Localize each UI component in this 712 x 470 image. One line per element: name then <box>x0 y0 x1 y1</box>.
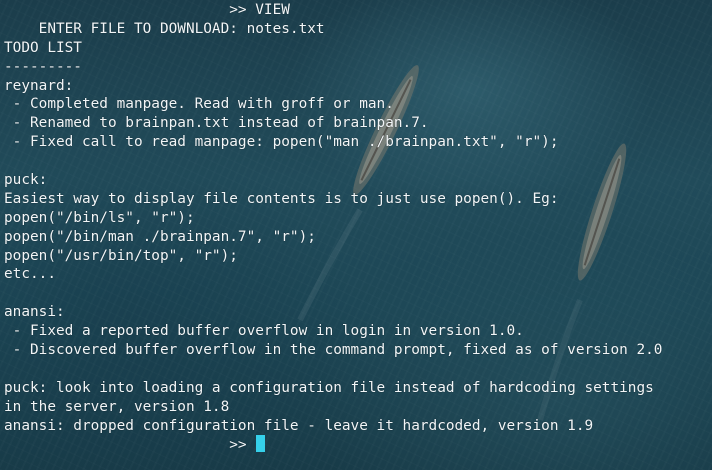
terminal-line: etc... <box>4 266 56 283</box>
text-cursor[interactable] <box>256 435 266 453</box>
terminal-line: popen("/bin/man ./brainpan.7", "r"); <box>4 228 316 245</box>
command-prompt-line[interactable]: >> <box>4 435 712 454</box>
terminal-line: popen("/bin/ls", "r"); <box>4 209 195 226</box>
terminal-line: - Fixed a reported buffer overflow in lo… <box>4 323 524 340</box>
terminal-line: anansi: dropped configuration file - lea… <box>4 417 594 434</box>
terminal-line: anansi: <box>4 304 65 321</box>
command-prompt: >> <box>4 437 256 454</box>
terminal-line: - Renamed to brainpan.txt instead of bra… <box>4 115 429 132</box>
terminal-line: - Fixed call to read manpage: popen("man… <box>4 134 559 151</box>
terminal-line: popen("/usr/bin/top", "r"); <box>4 247 238 264</box>
terminal-line: TODO LIST <box>4 39 82 56</box>
terminal-line: ENTER FILE TO DOWNLOAD: notes.txt <box>4 20 325 37</box>
terminal-line: puck: look into loading a configuration … <box>4 379 654 396</box>
terminal-output[interactable]: >> VIEW ENTER FILE TO DOWNLOAD: notes.tx… <box>0 0 712 470</box>
terminal-line: in the server, version 1.8 <box>4 398 230 415</box>
terminal-line: puck: <box>4 172 48 189</box>
terminal-line: - Completed manpage. Read with groff or … <box>4 96 394 113</box>
terminal-line: Easiest way to display file contents is … <box>4 190 559 207</box>
terminal-line: reynard: <box>4 77 74 94</box>
terminal-line: >> VIEW <box>4 2 290 18</box>
terminal-line: - Discovered buffer overflow in the comm… <box>4 342 663 359</box>
terminal-line: --------- <box>4 58 82 75</box>
